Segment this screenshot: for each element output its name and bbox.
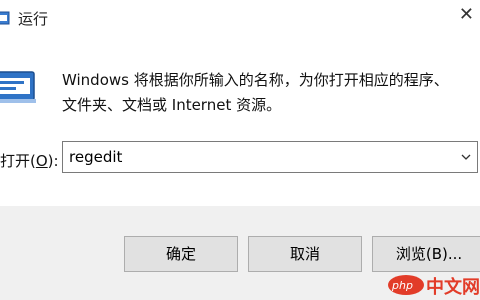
open-input[interactable]: regedit	[69, 148, 122, 166]
watermark-badge: php	[388, 275, 424, 295]
cancel-button[interactable]: 取消	[248, 236, 362, 272]
chevron-down-icon[interactable]	[460, 151, 472, 163]
description-line-2: 文件夹、文档或 Internet 资源。	[62, 96, 282, 114]
watermark-text: 中文网	[426, 277, 480, 298]
open-combobox[interactable]: regedit	[62, 141, 478, 173]
description-line-1: Windows 将根据你所输入的名称，为你打开相应的程序、	[62, 71, 449, 89]
title-bar: 运行 ✕	[0, 0, 480, 36]
ok-button[interactable]: 确定	[124, 236, 238, 272]
run-dialog: 运行 ✕ Windows 将根据你所输入的名称，为你打开相应的程序、 文件夹、文…	[0, 0, 480, 300]
dialog-content: Windows 将根据你所输入的名称，为你打开相应的程序、 文件夹、文档或 In…	[0, 36, 480, 206]
button-bar: 确定 取消 浏览(B)... php 中文网	[0, 206, 480, 300]
watermark-badge-text: php	[392, 279, 413, 292]
open-label: 打开(O):	[0, 152, 59, 170]
browse-button[interactable]: 浏览(B)...	[372, 236, 480, 272]
run-dialog-icon	[0, 11, 10, 25]
run-program-icon	[0, 71, 36, 103]
close-button[interactable]: ✕	[440, 0, 480, 32]
description-text: Windows 将根据你所输入的名称，为你打开相应的程序、 文件夹、文档或 In…	[62, 68, 449, 118]
window-title: 运行	[18, 10, 49, 28]
watermark: php 中文网	[388, 272, 480, 298]
open-accelerator: O	[35, 152, 48, 170]
close-icon: ✕	[458, 4, 474, 25]
